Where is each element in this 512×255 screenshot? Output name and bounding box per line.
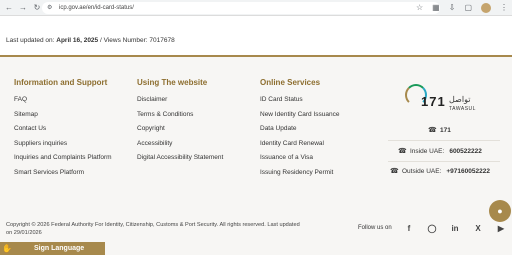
footer-link-digital-accessibility[interactable]: Digital Accessibility Statement <box>137 154 223 169</box>
footer-link-id-card-status[interactable]: ID Card Status <box>260 96 339 111</box>
outside-uae-number: +97160052222 <box>446 167 490 175</box>
tawasul-phone[interactable]: ☎ 171 <box>428 126 451 135</box>
last-updated-value: April 16, 2025 <box>56 37 99 44</box>
last-updated-line: Last updated on: April 16, 2025 / Views … <box>6 37 175 44</box>
footer-link-accessibility[interactable]: Accessibility <box>137 140 223 155</box>
footer-link-visa[interactable]: Issuance of a Visa <box>260 154 339 169</box>
browser-actions: ☆ ▦ ⇩ ▢ ⋮ <box>416 3 508 13</box>
info-heading: Information and Support <box>14 78 108 87</box>
footer-column-online: Online Services ID Card Status New Ident… <box>260 78 339 184</box>
back-icon[interactable]: ← <box>4 3 14 13</box>
footer-link-copyright[interactable]: Copyright <box>137 125 223 140</box>
inside-uae-number: 600522222 <box>449 147 482 155</box>
download-icon[interactable]: ⇩ <box>449 3 456 13</box>
phone-icon: ☎ <box>390 168 399 175</box>
outside-uae-label: Outside UAE: <box>402 167 442 175</box>
footer-link-contact[interactable]: Contact Us <box>14 125 112 140</box>
last-updated-label: Last updated on: <box>6 37 55 44</box>
footer-link-id-renewal[interactable]: Identity Card Renewal <box>260 140 339 155</box>
contact-divider <box>388 140 500 141</box>
url-text: icp.gov.ae/en/id-card-status/ <box>59 5 134 11</box>
online-heading: Online Services <box>260 78 321 87</box>
profile-avatar[interactable] <box>481 3 491 13</box>
views-label: Views Number: <box>103 37 148 44</box>
separator: / <box>99 37 102 44</box>
forward-icon[interactable]: → <box>18 3 28 13</box>
chat-bubble-icon: ● <box>497 206 503 216</box>
sign-language-button[interactable]: ✋ Sign Language <box>0 242 105 255</box>
footer-column-website: Using The website Disclaimer Terms & Con… <box>137 78 223 169</box>
footer-link-new-id-card[interactable]: New Identity Card Issuance <box>260 111 339 126</box>
phone-icon: ☎ <box>428 127 437 134</box>
x-icon[interactable]: X <box>472 222 484 234</box>
menu-icon[interactable]: ⋮ <box>500 3 508 13</box>
footer-link-data-update[interactable]: Data Update <box>260 125 339 140</box>
tab-search-icon[interactable]: ▢ <box>464 3 472 13</box>
logo-number: 171 <box>421 94 446 109</box>
views-value: 7017678 <box>149 37 175 44</box>
facebook-icon[interactable]: f <box>403 222 415 234</box>
footer-link-suppliers[interactable]: Suppliers inquiries <box>14 140 112 155</box>
browser-toolbar: ← → ↻ ⚙ icp.gov.ae/en/id-card-status/ ☆ … <box>0 0 512 16</box>
website-heading: Using The website <box>137 78 208 87</box>
footer-link-residency[interactable]: Issuing Residency Permit <box>260 169 339 184</box>
logo-arabic: تواصل <box>449 95 471 104</box>
footer-column-info: Information and Support FAQ Sitemap Cont… <box>14 78 112 184</box>
extensions-icon[interactable]: ▦ <box>432 3 440 13</box>
tawasul-logo: 171 تواصل TAWASUL <box>405 84 483 118</box>
follow-us-label: Follow us on <box>358 225 392 231</box>
address-bar[interactable]: ⚙ icp.gov.ae/en/id-card-status/ <box>42 2 440 14</box>
footer-link-smart-services[interactable]: Smart Services Platform <box>14 169 112 184</box>
contact-divider <box>388 161 500 162</box>
phone-icon: ☎ <box>398 148 407 155</box>
bookmark-star-icon[interactable]: ☆ <box>416 3 423 13</box>
reload-icon[interactable]: ↻ <box>32 3 42 13</box>
inside-uae-contact[interactable]: ☎ Inside UAE: 600522222 <box>398 147 482 156</box>
outside-uae-contact[interactable]: ☎ Outside UAE: +97160052222 <box>390 167 490 176</box>
copyright-text: Copyright © 2026 Federal Authority For I… <box>6 222 300 236</box>
youtube-icon[interactable]: ▶ <box>495 222 507 234</box>
instagram-icon[interactable]: ◯ <box>426 222 438 234</box>
inside-uae-label: Inside UAE: <box>410 147 445 155</box>
sign-language-label: Sign Language <box>34 245 85 252</box>
footer-link-complaints[interactable]: Inquiries and Complaints Platform <box>14 154 112 169</box>
footer-link-sitemap[interactable]: Sitemap <box>14 111 112 126</box>
phone-number: 171 <box>440 126 451 134</box>
footer-link-terms[interactable]: Terms & Conditions <box>137 111 223 126</box>
hand-sign-icon: ✋ <box>2 244 12 253</box>
chat-button[interactable]: ● <box>489 200 511 222</box>
footer-link-faq[interactable]: FAQ <box>14 96 112 111</box>
logo-english: TAWASUL <box>449 106 476 112</box>
linkedin-icon[interactable]: in <box>449 222 461 234</box>
site-info-icon[interactable]: ⚙ <box>47 5 54 12</box>
footer-link-disclaimer[interactable]: Disclaimer <box>137 96 223 111</box>
